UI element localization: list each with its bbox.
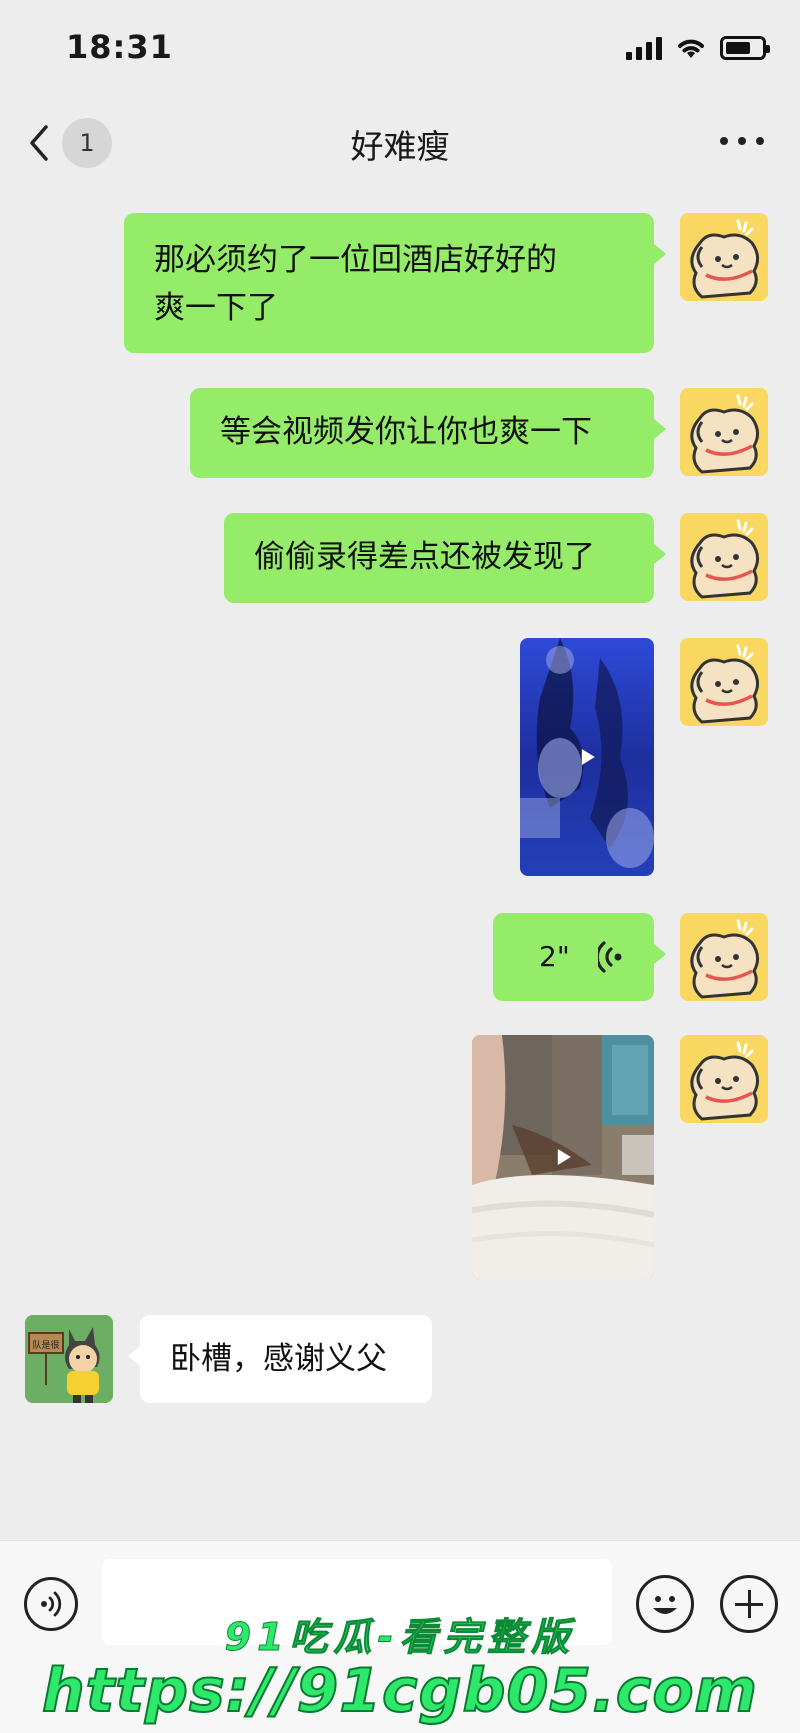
status-time: 18:31: [66, 28, 173, 66]
message-text: 卧槽，感谢义父: [170, 1341, 387, 1377]
avatar[interactable]: [680, 388, 768, 476]
message-text: 等会视频发你让你也爽一下: [220, 414, 592, 450]
cellular-signal-icon: [626, 36, 662, 60]
status-icons: [626, 34, 770, 60]
video-message[interactable]: [472, 1035, 654, 1279]
dot-icon: [720, 137, 728, 145]
status-bar: 18:31: [0, 0, 800, 96]
watermark-text: 91吃瓜-看完整版: [224, 1615, 576, 1660]
dot-icon: [756, 137, 764, 145]
avatar[interactable]: [680, 1035, 768, 1123]
watermark-url: https://91cgb05.com: [41, 1655, 759, 1727]
play-icon: [581, 749, 595, 765]
voice-wave-icon: [598, 941, 622, 973]
message-bubble[interactable]: 偷偷录得差点还被发现了: [224, 513, 666, 603]
message-bubble[interactable]: 卧槽，感谢义父: [128, 1315, 432, 1403]
message-bubble[interactable]: 那必须约了一位回酒店好好的 爽一下了: [124, 213, 666, 353]
avatar[interactable]: [680, 638, 768, 726]
message-bubble[interactable]: 等会视频发你让你也爽一下: [190, 388, 666, 478]
message-text-line: 那必须约了一位回酒店好好的: [154, 242, 557, 278]
video-message[interactable]: [520, 638, 654, 876]
avatar[interactable]: [680, 213, 768, 301]
avatar[interactable]: [680, 913, 768, 1001]
more-options-button[interactable]: [720, 134, 764, 148]
chat-title: 好难瘦: [350, 127, 450, 166]
dot-icon: [738, 137, 746, 145]
avatar[interactable]: [680, 513, 768, 601]
nav-bar: 1 好难瘦: [0, 96, 800, 186]
play-icon: [557, 1149, 571, 1165]
message-text: 偷偷录得差点还被发现了: [254, 539, 595, 575]
wifi-icon: [678, 39, 704, 58]
battery-icon: [720, 36, 770, 60]
avatar-sign-text: 队是很: [32, 1339, 59, 1351]
voice-message[interactable]: 2": [493, 913, 666, 1001]
message-text-line: 爽一下了: [154, 290, 278, 326]
voice-duration: 2": [539, 940, 570, 973]
avatar[interactable]: 队是很: [25, 1315, 113, 1403]
